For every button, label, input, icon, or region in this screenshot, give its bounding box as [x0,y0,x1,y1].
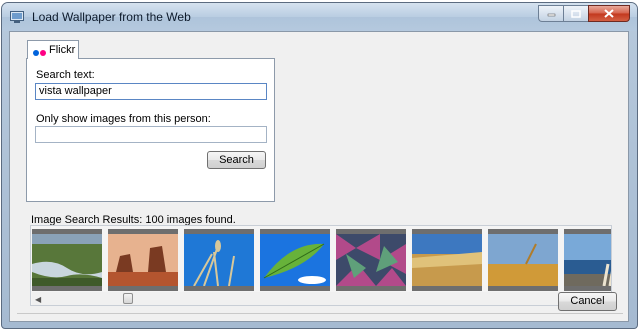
maximize-icon [571,9,581,18]
search-text-label: Search text: [36,69,95,81]
thumbnail-image [260,234,331,286]
scroll-left-arrow-icon[interactable]: ◀ [35,295,41,304]
scrollbar-thumb[interactable] [123,293,133,304]
wallpaper-dialog-window: Load Wallpaper from the Web Flickr Searc… [1,2,638,329]
thumbnail-ocean-pampas[interactable] [564,229,611,291]
gallery-horizontal-scrollbar[interactable]: ◀ ▶ [32,292,610,305]
thumbnail-image [184,234,255,286]
thumbnail-green-leaf-sky[interactable] [260,229,331,291]
title-bar[interactable]: Load Wallpaper from the Web [2,3,637,31]
thumbnail-golden-grass[interactable] [488,229,559,291]
thumbnail-image [336,234,407,286]
thumbnail-strip [32,229,611,291]
window-title: Load Wallpaper from the Web [32,10,191,24]
thumbnail-image [32,234,102,286]
caption-buttons [538,5,630,23]
thumbnail-image [564,234,611,286]
thumbnail-grass-blue-sky[interactable] [184,229,255,291]
app-window-icon [10,11,24,23]
close-icon [604,9,614,18]
flickr-logo-icon [33,47,47,59]
thumbnail-wheat-field[interactable] [412,229,483,291]
search-text-input[interactable]: vista wallpaper [35,83,267,100]
image-results-gallery[interactable]: ◀ ▶ [30,225,612,306]
search-button[interactable]: Search [207,151,266,169]
footer-divider [17,313,623,314]
flickr-tab-panel: Search text: vista wallpaper Only show i… [26,58,275,202]
thumbnail-image [412,234,483,286]
thumbnail-river-landscape[interactable] [32,229,102,291]
tab-flickr[interactable]: Flickr [27,40,79,59]
cancel-button[interactable]: Cancel [558,292,617,311]
thumbnail-abstract-mosaic[interactable] [336,229,407,291]
person-filter-input[interactable] [35,126,267,143]
minimize-icon [547,13,555,16]
person-filter-label: Only show images from this person: [36,113,211,125]
thumbnail-image [488,234,559,286]
dialog-body: Flickr Search text: vista wallpaper Only… [9,31,629,322]
minimize-button[interactable] [538,5,563,22]
thumbnail-image [108,234,179,286]
maximize-button[interactable] [563,5,588,22]
tab-flickr-label: Flickr [49,44,76,56]
thumbnail-desert-butte[interactable] [108,229,179,291]
close-button[interactable] [588,5,630,22]
